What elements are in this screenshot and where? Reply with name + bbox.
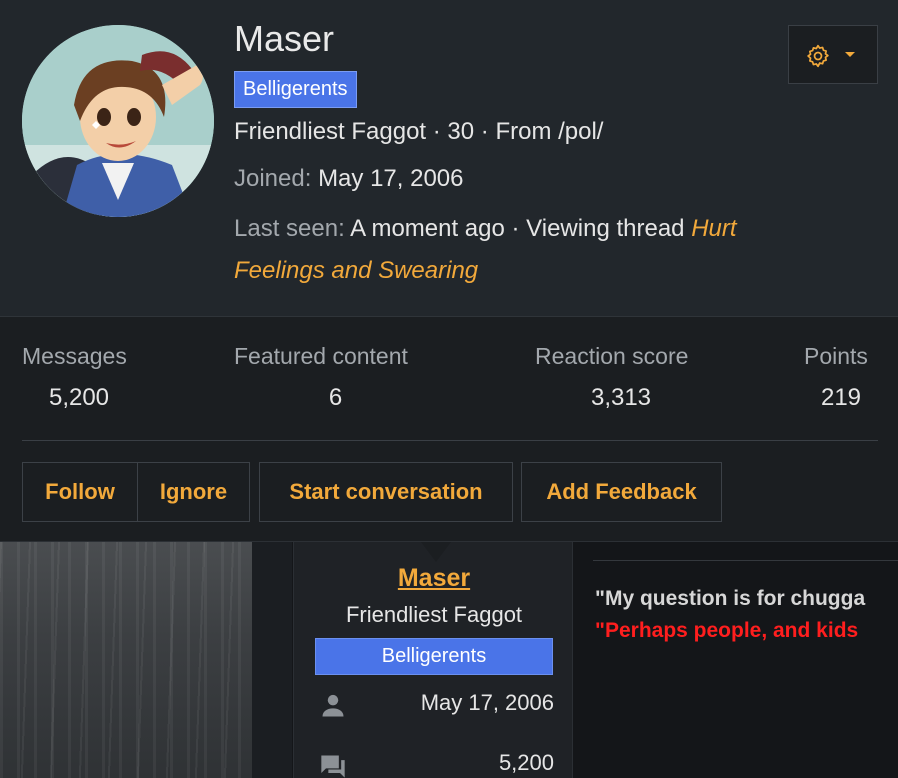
add-feedback-button[interactable]: Add Feedback [521,462,722,522]
stat-label-reaction-score: Reaction score [535,343,689,369]
post-user-joined: May 17, 2006 [314,690,554,720]
post-user-joined-date: May 17, 2006 [420,690,554,715]
post-user-title: Friendliest Faggot [345,602,523,627]
start-conversation-button[interactable]: Start conversation [259,462,513,522]
stats-divider [22,440,878,441]
post-user-panel: Maser Friendliest Faggot Belligerents Ma… [293,542,573,778]
background-image [0,542,252,778]
stat-label-featured: Featured content [234,343,408,369]
avatar-illustration [22,25,214,217]
follow-button[interactable]: Follow [22,462,138,522]
member-tooltip: Maser Belligerents Friendliest Faggot · … [0,0,898,542]
page-gutter [252,542,292,778]
last-seen-label: Last seen: [234,215,345,242]
ignore-button[interactable]: Ignore [137,462,250,522]
last-seen-activity: A moment ago · Viewing thread [350,215,685,242]
thread-link[interactable]: Feelings and Swearing [234,257,478,285]
post-quote-line: "My question is for chugga [595,587,866,610]
stat-value-featured: 6 [328,384,343,411]
user-icon [322,694,344,717]
member-tools-button[interactable] [788,25,878,84]
joined-line: Joined: May 17, 2006 [234,165,464,193]
post-body: "My question is for chugga "Perhaps peop… [573,542,898,778]
stat-value-points: 219 [820,384,862,411]
post-user-message-count: 5,200 [498,750,554,775]
stat-value-reaction-score: 3,313 [590,384,652,411]
stat-value-messages: 5,200 [48,384,110,411]
caret-down-icon [845,52,855,57]
last-seen-line: Last seen: A moment ago · Viewing thread… [234,215,737,243]
group-badge: Belligerents [234,71,357,108]
stat-label-messages: Messages [22,343,127,369]
joined-date: May 17, 2006 [318,165,464,192]
member-name: Maser [234,18,335,59]
avatar[interactable] [22,25,214,217]
member-title-line: Friendliest Faggot · 30 · From /pol/ [234,118,604,145]
gear-icon [807,44,829,68]
thread-link-start[interactable]: Hurt [691,215,736,242]
post-user-banner: Belligerents [315,638,553,675]
stat-label-points: Points [804,343,868,369]
post-divider [593,560,898,561]
post-user-messages: 5,200 [314,750,554,778]
joined-label: Joined: [234,165,312,192]
member-tooltip-header: Maser Belligerents Friendliest Faggot · … [0,0,898,317]
messages-icon [321,755,345,778]
post-username-link[interactable]: Maser [294,564,574,593]
popup-pointer-arrow [421,542,451,562]
post-quote-line-red: "Perhaps people, and kids [595,619,859,642]
